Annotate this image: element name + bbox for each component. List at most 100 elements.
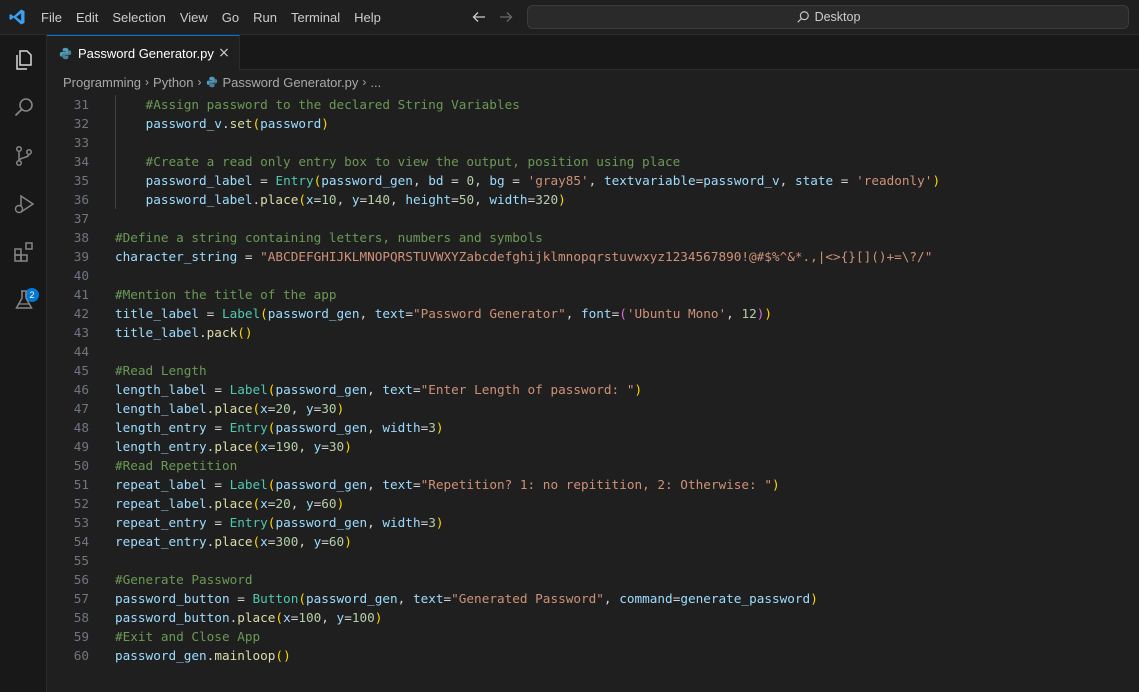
python-file-icon: [206, 76, 218, 88]
vscode-logo-icon: [9, 9, 25, 25]
run-debug-icon[interactable]: [0, 180, 47, 228]
code-line[interactable]: 31 #Assign password to the declared Stri…: [47, 95, 1139, 114]
code-text: repeat_entry.place(x=300, y=60): [115, 534, 352, 549]
line-number: 32: [73, 116, 89, 131]
code-line[interactable]: 47 length_label.place(x=20, y=30): [47, 399, 1139, 418]
code-line[interactable]: 41 #Mention the title of the app: [47, 285, 1139, 304]
code-line[interactable]: 37: [47, 209, 1139, 228]
line-number: 50: [73, 458, 89, 473]
menu-help[interactable]: Help: [347, 7, 388, 29]
code-line[interactable]: 55: [47, 551, 1139, 570]
menu-file[interactable]: File: [34, 7, 69, 29]
line-number: 60: [73, 648, 89, 663]
code-line[interactable]: 52 repeat_label.place(x=20, y=60): [47, 494, 1139, 513]
chevron-right-icon: ›: [362, 75, 367, 89]
code-text: #Assign password to the declared String …: [115, 97, 520, 112]
code-line[interactable]: 43 title_label.pack(): [47, 323, 1139, 342]
tab-password-generator[interactable]: Password Generator.py ×: [47, 35, 240, 70]
code-line[interactable]: 56 #Generate Password: [47, 570, 1139, 589]
code-text: length_label = Label(password_gen, text=…: [115, 382, 643, 397]
code-line[interactable]: 51 repeat_label = Label(password_gen, tex…: [47, 475, 1139, 494]
tabs-bar: Password Generator.py ×: [47, 35, 1139, 70]
code-text: password_label = Entry(password_gen, bd …: [145, 173, 941, 188]
code-line[interactable]: 32 password_v.set(password): [47, 114, 1139, 133]
code-line[interactable]: 42 title_label = Label(password_gen, text…: [47, 304, 1139, 323]
activity-bar: 2: [0, 35, 47, 692]
code-line[interactable]: 40: [47, 266, 1139, 285]
menu-go[interactable]: Go: [215, 7, 246, 29]
line-number: 46: [73, 382, 89, 397]
line-number: 47: [73, 401, 89, 416]
line-number: 56: [73, 572, 89, 587]
code-text: #Read Length: [115, 363, 207, 378]
code-text: password_v.set(password): [145, 116, 329, 131]
code-line[interactable]: 35 password_label = Entry(password_gen, …: [47, 171, 1139, 190]
code-line[interactable]: 53 repeat_entry = Entry(password_gen, wid…: [47, 513, 1139, 532]
code-text: password_gen.mainloop(): [115, 648, 291, 663]
code-text: title_label = Label(password_gen, text="…: [115, 306, 773, 321]
menu-selection[interactable]: Selection: [105, 7, 172, 29]
menu-terminal[interactable]: Terminal: [284, 7, 347, 29]
code-line[interactable]: 39 character_string = "ABCDEFGHIJKLMNOPQR…: [47, 247, 1139, 266]
code-text: length_label.place(x=20, y=30): [115, 401, 345, 416]
code-line[interactable]: 54 repeat_entry.place(x=300, y=60): [47, 532, 1139, 551]
line-number: 31: [73, 97, 89, 112]
search-view-icon[interactable]: [0, 84, 47, 132]
code-line[interactable]: 49 length_entry.place(x=190, y=30): [47, 437, 1139, 456]
close-icon[interactable]: ×: [217, 46, 231, 60]
line-number: 41: [73, 287, 89, 302]
line-number: 57: [73, 591, 89, 606]
source-control-icon[interactable]: [0, 132, 47, 180]
line-number: 43: [73, 325, 89, 340]
arrow-right-icon[interactable]: [498, 9, 514, 25]
breadcrumb-item-symbols[interactable]: ...: [370, 75, 381, 90]
code-line[interactable]: 57 password_button = Button(password_gen,…: [47, 589, 1139, 608]
command-center-search[interactable]: Desktop: [527, 5, 1129, 29]
code-line[interactable]: 36 password_label.place(x=10, y=140, hei…: [47, 190, 1139, 209]
code-text: password_button.place(x=100, y=100): [115, 610, 383, 625]
code-line[interactable]: 34 #Create a read only entry box to view…: [47, 152, 1139, 171]
line-number: 45: [73, 363, 89, 378]
line-number: 36: [73, 192, 89, 207]
code-line[interactable]: 44: [47, 342, 1139, 361]
breadcrumb-item-file[interactable]: Password Generator.py: [223, 75, 359, 90]
code-line[interactable]: 60 password_gen.mainloop(): [47, 646, 1139, 665]
code-line[interactable]: 45 #Read Length: [47, 361, 1139, 380]
code-line[interactable]: 59 #Exit and Close App: [47, 627, 1139, 646]
code-line[interactable]: 46 length_label = Label(password_gen, tex…: [47, 380, 1139, 399]
line-number: 39: [73, 249, 89, 264]
line-number: 37: [73, 211, 89, 226]
search-icon: [796, 11, 809, 23]
line-number: 52: [73, 496, 89, 511]
code-editor[interactable]: 31 #Assign password to the declared Stri…: [47, 95, 1139, 692]
code-line[interactable]: 50 #Read Repetition: [47, 456, 1139, 475]
line-number: 44: [73, 344, 89, 359]
menu-run[interactable]: Run: [246, 7, 284, 29]
code-text: length_entry = Entry(password_gen, width…: [115, 420, 444, 435]
line-number: 54: [73, 534, 89, 549]
menu-bar: File Edit Selection View Go Run Terminal…: [34, 0, 388, 35]
explorer-icon[interactable]: [0, 36, 47, 84]
code-line[interactable]: 38 #Define a string containing letters, n…: [47, 228, 1139, 247]
menu-view[interactable]: View: [173, 7, 215, 29]
breadcrumb-item-python[interactable]: Python: [153, 75, 193, 90]
line-number: 53: [73, 515, 89, 530]
code-text: #Define a string containing letters, num…: [115, 230, 543, 245]
code-line[interactable]: 48 length_entry = Entry(password_gen, wid…: [47, 418, 1139, 437]
line-number: 40: [73, 268, 89, 283]
breadcrumb-item-programming[interactable]: Programming: [63, 75, 141, 90]
line-number: 35: [73, 173, 89, 188]
line-number: 42: [73, 306, 89, 321]
testing-icon[interactable]: [0, 276, 47, 324]
menu-edit[interactable]: Edit: [69, 7, 105, 29]
title-bar: File Edit Selection View Go Run Terminal…: [0, 0, 1139, 35]
code-line[interactable]: 33: [47, 133, 1139, 152]
line-number: 38: [73, 230, 89, 245]
extensions-icon[interactable]: [0, 228, 47, 276]
line-number: 58: [73, 610, 89, 625]
code-text: repeat_entry = Entry(password_gen, width…: [115, 515, 444, 530]
tab-label: Password Generator.py: [78, 45, 214, 61]
arrow-left-icon[interactable]: [471, 9, 487, 25]
code-line[interactable]: 58 password_button.place(x=100, y=100): [47, 608, 1139, 627]
chevron-right-icon: ›: [197, 75, 202, 89]
